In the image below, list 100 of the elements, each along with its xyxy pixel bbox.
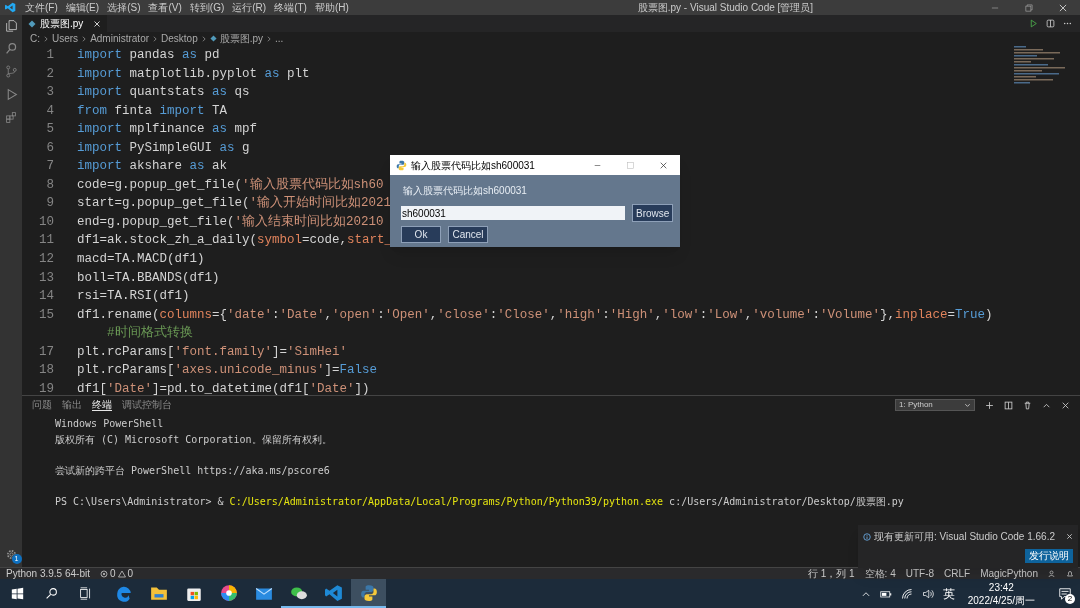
code-line: df1['Date']=pd.to_datetime(df1['Date']) bbox=[76, 380, 370, 398]
line-number: 18 bbox=[39, 363, 54, 378]
line-number: 1 bbox=[46, 48, 54, 62]
prompt-text: 输入股票代码比如sh600031 bbox=[402, 184, 528, 198]
breadcrumb-item[interactable]: ... bbox=[275, 33, 284, 44]
settings-icon[interactable] bbox=[4, 548, 18, 561]
editor-tab[interactable]: 股票图.py bbox=[22, 15, 108, 32]
breadcrumb-item[interactable]: Desktop bbox=[161, 33, 198, 44]
chevron-icon bbox=[266, 35, 273, 42]
code-line: start=g.popup_get_file('输入开始时间比如2021 bbox=[76, 194, 392, 213]
code-line: boll=TA.BBANDS(df1) bbox=[76, 269, 220, 287]
breadcrumb-item[interactable]: Administrator bbox=[90, 33, 150, 44]
notification-center-icon[interactable] bbox=[1058, 586, 1072, 601]
input-method[interactable]: 英 bbox=[942, 584, 955, 603]
release-notes-button[interactable]: 发行说明 bbox=[1025, 549, 1073, 563]
menu-item[interactable]: 查看(V) bbox=[144, 2, 186, 13]
extensions-icon[interactable] bbox=[4, 111, 18, 124]
menu-item[interactable]: 运行(R) bbox=[228, 2, 271, 13]
code-line: import matplotlib.pyplot as plt bbox=[76, 65, 310, 83]
warning-count[interactable]: 0 bbox=[127, 568, 134, 579]
notification-message: 现有更新可用: Visual Studio Code 1.66.2 bbox=[874, 530, 1056, 544]
status-item[interactable]: CRLF bbox=[944, 568, 971, 579]
speaker-icon[interactable] bbox=[921, 587, 934, 600]
line-number: 15 bbox=[39, 307, 54, 322]
task-view-icon[interactable] bbox=[78, 587, 92, 600]
code-line: from finta import TA bbox=[76, 102, 228, 120]
trash-icon[interactable] bbox=[1023, 400, 1032, 410]
code-line: import PySimpleGUI as g bbox=[76, 139, 250, 157]
line-number: 2 bbox=[46, 66, 54, 81]
split-icon[interactable] bbox=[1004, 400, 1013, 410]
play-icon[interactable] bbox=[1029, 19, 1038, 28]
warning-icon bbox=[117, 569, 126, 578]
chevron-icon bbox=[43, 35, 49, 42]
menu-item[interactable]: 文件(F) bbox=[21, 2, 62, 13]
python-icon bbox=[396, 159, 407, 171]
line-number: 17 bbox=[39, 344, 54, 359]
line-number: 3 bbox=[46, 85, 54, 100]
line-number: 10 bbox=[39, 214, 54, 229]
menu-item[interactable]: 帮助(H) bbox=[310, 2, 353, 13]
bell-icon[interactable] bbox=[1066, 569, 1074, 578]
taskbar-app[interactable] bbox=[351, 579, 386, 608]
pinwheel-icon[interactable] bbox=[219, 583, 238, 602]
line-number: 7 bbox=[46, 159, 54, 174]
code-editor-icon[interactable] bbox=[324, 583, 343, 602]
panel-tab[interactable]: 问题 bbox=[32, 400, 52, 410]
code-line: plt.rcParams['axes.unicode_minus']=False bbox=[76, 362, 378, 380]
code-line: end=g.popup_get_file('输入结束时间比如20210 bbox=[76, 213, 384, 231]
menu-item[interactable]: 选择(S) bbox=[103, 2, 145, 13]
status-item[interactable]: UTF-8 bbox=[905, 568, 935, 579]
browse-button[interactable]: Browse bbox=[632, 204, 674, 222]
terminal-line: Windows PowerShell bbox=[55, 418, 164, 429]
panel-tab[interactable]: 调试控制台 bbox=[122, 400, 172, 410]
branch-icon[interactable] bbox=[4, 65, 18, 78]
code-line: import quantstats as qs bbox=[76, 84, 250, 102]
search-icon[interactable] bbox=[44, 587, 58, 600]
menu-item[interactable]: 转到(G) bbox=[185, 2, 229, 13]
status-item[interactable]: 空格: 4 bbox=[864, 568, 896, 579]
close-icon[interactable] bbox=[659, 160, 668, 170]
code-line: import mplfinance as mpf bbox=[76, 121, 258, 139]
restore-icon[interactable] bbox=[1024, 2, 1034, 13]
breadcrumb-item[interactable]: Users bbox=[52, 33, 79, 44]
person-icon[interactable] bbox=[1048, 569, 1056, 578]
line-number: 11 bbox=[39, 233, 54, 248]
dialog-title: 输入股票代码比如sh600031 bbox=[411, 158, 536, 173]
code-line: import pandas as pd bbox=[76, 47, 220, 64]
interpreter-status[interactable]: Python 3.9.5 64-bit bbox=[6, 568, 90, 579]
input-field[interactable]: sh600031 bbox=[401, 206, 625, 220]
menu-item[interactable]: 编辑(E) bbox=[61, 2, 104, 13]
wifi-icon[interactable] bbox=[900, 587, 913, 600]
status-item[interactable]: 行 1，列 1 bbox=[807, 568, 855, 579]
code-line: rsi=TA.RSI(df1) bbox=[76, 288, 190, 306]
clock[interactable]: 23:42 2022/4/25/周一 bbox=[963, 580, 1039, 607]
file-icon bbox=[209, 35, 217, 42]
line-number: 4 bbox=[46, 103, 54, 118]
chevron-down-icon bbox=[964, 401, 971, 409]
code-line: import akshare as ak bbox=[76, 158, 228, 176]
info-icon bbox=[863, 532, 871, 541]
panel-tab[interactable]: 终端 bbox=[92, 399, 112, 411]
ok-button[interactable]: Ok bbox=[401, 226, 441, 243]
breadcrumb-item[interactable]: 股票图.py bbox=[219, 33, 264, 44]
plus-icon[interactable] bbox=[985, 400, 994, 410]
windows-logo-icon[interactable] bbox=[10, 587, 24, 600]
window-title: 股票图.py - Visual Studio Code [管理员] bbox=[636, 2, 815, 13]
code-line: plt.rcParams['font.family']='SimHei' bbox=[76, 343, 348, 361]
chevron-icon bbox=[200, 35, 207, 42]
chevron-icon bbox=[152, 35, 159, 42]
chevron-icon bbox=[81, 35, 88, 42]
code-line: df1.rename(columns={'date':'Date','open':'Open','close':'Close','high':'High','low':'Low','volume':'Volume'},inplace=True) bbox=[76, 306, 993, 324]
line-number: 8 bbox=[46, 177, 54, 192]
terminal-line: 版权所有 (C) Microsoft Corporation。保留所有权利。 bbox=[55, 433, 332, 445]
python-icon[interactable] bbox=[359, 583, 378, 602]
split-editor-icon[interactable] bbox=[1046, 19, 1055, 28]
panel-tab[interactable]: 输出 bbox=[62, 400, 82, 410]
files-icon[interactable] bbox=[4, 19, 18, 32]
cancel-button[interactable]: Cancel bbox=[448, 226, 488, 243]
breadcrumb-item[interactable]: C: bbox=[30, 33, 40, 44]
error-count[interactable]: 0 bbox=[109, 568, 116, 579]
terminal-select[interactable]: 1: Python bbox=[895, 399, 975, 411]
status-item[interactable]: MagicPython bbox=[980, 568, 1038, 579]
menu-item[interactable]: 终端(T) bbox=[270, 2, 311, 13]
